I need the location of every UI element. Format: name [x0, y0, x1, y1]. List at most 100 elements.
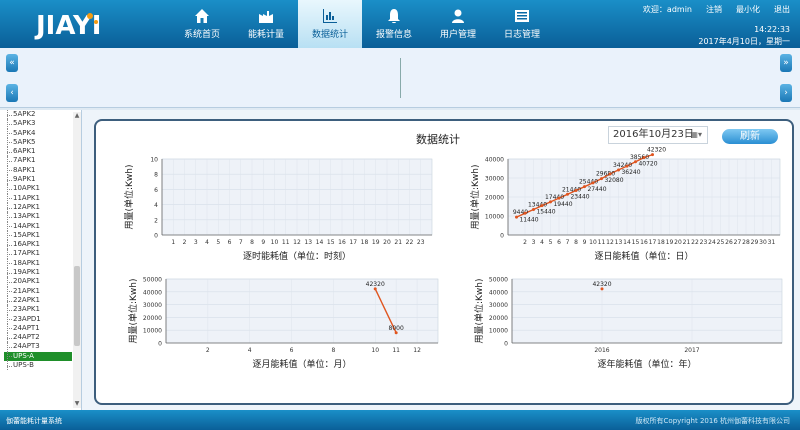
nav-energy-metering[interactable]: 能耗计量 [234, 0, 298, 48]
device-tree-item[interactable]: 24APT3 [4, 342, 72, 353]
x-tick-label: 4 [248, 347, 252, 354]
x-tick-label: 14 [316, 239, 324, 246]
collapse-right-button[interactable]: » [780, 54, 792, 72]
scroll-right-button[interactable]: › [780, 84, 792, 102]
app-footer: 伽蕾能耗计量系统 版权所有Copyright 2016 杭州伽蕾科技有限公司 [0, 410, 800, 430]
nav-alarm-info[interactable]: 报警信息 [362, 0, 426, 48]
x-tick-label: 13 [615, 239, 623, 246]
date-picker-input[interactable]: 2016年10月23日 ▦▾ [608, 126, 708, 144]
alarm-bell-icon [388, 9, 400, 24]
x-tick-label: 3 [532, 239, 536, 246]
device-tree-item[interactable]: 8APK1 [4, 165, 72, 176]
y-tick-label: 10000 [489, 328, 508, 335]
app-logo: JIAYI [34, 8, 134, 42]
footer-system-name: 伽蕾能耗计量系统 [6, 417, 62, 425]
device-tree-item[interactable]: 21APK1 [4, 286, 72, 297]
statistics-panel: 数据统计 2016年10月23日 ▦▾ 刷新 0 2 4 6 8 10 1 2 3 4 5 6 7 8 9 1… [94, 119, 794, 405]
date-picker-value: 2016年10月23日 [613, 129, 694, 140]
scroll-up-arrow-icon[interactable]: ▲ [73, 112, 81, 120]
main-nav: 系统首页 能耗计量 数据统计 报警信息 用户管理 日志管理 [170, 0, 554, 48]
clock-date: 2017年4月10日，星期一 [698, 37, 790, 46]
nav-data-statistics-label: 数据统计 [311, 30, 348, 40]
device-tree-item[interactable]: 10APK1 [4, 184, 72, 194]
bar-chart-icon [323, 9, 337, 23]
x-tick-label: 9 [583, 239, 587, 246]
nav-data-statistics[interactable]: 数据统计 [298, 0, 362, 48]
device-tree-item[interactable]: 7APK1 [4, 156, 72, 167]
data-point [574, 188, 578, 192]
y-tick-label: 2 [154, 217, 158, 224]
device-tree-item[interactable]: 16APK1 [4, 240, 72, 250]
x-tick-label: 2 [206, 347, 210, 354]
y-tick-label: 4 [154, 202, 158, 209]
device-tree-item[interactable]: 17APK1 [4, 249, 72, 260]
scrollbar-thumb[interactable] [74, 266, 80, 346]
double-chevron-left-icon: « [9, 58, 15, 68]
device-tree-item[interactable]: 5APK4 [4, 128, 72, 139]
top-toolbar-strip: « ‹ » › [0, 48, 800, 108]
device-tree-item[interactable]: 14APK1 [4, 221, 72, 232]
x-tick-label: 8 [331, 347, 335, 354]
monthly-energy-chart: 0 10000 20000 30000 40000 50000 2 4 6 8 10 11 12 4232… [127, 277, 439, 370]
x-axis-title: 逐月能耗值（单位：月） [252, 358, 351, 370]
nav-energy-metering-label: 能耗计量 [247, 30, 284, 40]
y-axis-title: 用量(单位:Kwh) [469, 164, 481, 229]
device-tree-item[interactable]: 5APK2 [4, 110, 72, 120]
device-tree-item[interactable]: 19APK1 [4, 268, 72, 278]
y-tick-label: 0 [158, 341, 162, 348]
y-axis-title: 用量(单位:Kwh) [473, 278, 485, 343]
device-tree-item[interactable]: 5APK3 [4, 119, 72, 129]
daily-energy-chart: 0100002000030000400002 3 4 5 6 7 8 9 10 11 12 13 14 1… [469, 147, 781, 262]
scroll-left-button[interactable]: ‹ [6, 84, 18, 102]
device-tree-item[interactable]: 18APK1 [4, 258, 72, 269]
x-tick-label: 26 [725, 239, 733, 246]
nav-log-management[interactable]: 日志管理 [490, 0, 554, 48]
device-tree-item[interactable]: 15APK1 [4, 230, 72, 241]
calendar-dropdown-icon[interactable]: ▦▾ [690, 127, 702, 143]
data-point [557, 196, 561, 200]
x-tick-label: 25 [717, 239, 725, 246]
data-label: 19440 [553, 201, 572, 208]
device-tree-item[interactable]: 11APK1 [4, 193, 72, 204]
device-tree-item[interactable]: UPS-B [4, 361, 72, 371]
logout-link[interactable]: 注销 [706, 4, 722, 15]
collapse-left-button[interactable]: « [6, 54, 18, 72]
device-tree-item[interactable]: 24APT2 [4, 333, 72, 343]
x-tick-label: 23 [417, 239, 425, 246]
device-tree-item[interactable]: 24APT1 [4, 323, 72, 334]
x-tick-label: 19 [666, 239, 674, 246]
minimize-link[interactable]: 最小化 [736, 4, 760, 15]
device-tree-item[interactable]: 13APK1 [4, 212, 72, 222]
device-tree-item[interactable]: 12APK1 [4, 202, 72, 213]
device-tree-item[interactable]: 23APD1 [4, 314, 72, 325]
scroll-down-arrow-icon[interactable]: ▼ [73, 400, 81, 408]
device-tree-item[interactable]: 22APK1 [4, 295, 72, 306]
exit-link[interactable]: 退出 [774, 4, 790, 15]
data-label: 17440 [545, 194, 564, 201]
nav-home[interactable]: 系统首页 [170, 0, 234, 48]
main-content: 数据统计 2016年10月23日 ▦▾ 刷新 0 2 4 6 8 10 1 2 3 4 5 6 7 8 9 1… [82, 110, 800, 410]
device-tree-item[interactable]: 20APK1 [4, 277, 72, 287]
device-tree: 5APK2 5APK3 5APK4 5APK5 6APK1 7APK1 8APK1 9APK1… [4, 110, 72, 371]
y-tick-label: 0 [504, 341, 508, 348]
x-tick-label: 23 [700, 239, 708, 246]
x-tick-label: 2017 [684, 347, 699, 354]
x-tick-label: 12 [606, 239, 614, 246]
chevron-left-icon: ‹ [10, 88, 14, 98]
nav-user-management[interactable]: 用户管理 [426, 0, 490, 48]
x-tick-label: 20 [674, 239, 682, 246]
x-tick-label: 6 [228, 239, 232, 246]
x-tick-label: 30 [759, 239, 767, 246]
device-tree-item[interactable]: UPS-A [4, 351, 72, 362]
device-tree-item[interactable]: 5APK5 [4, 137, 72, 148]
device-tree-item[interactable]: 6APK1 [4, 147, 72, 157]
device-tree-item[interactable]: 23APK1 [4, 305, 72, 315]
data-label: 34240 [613, 162, 632, 169]
refresh-button[interactable]: 刷新 [722, 129, 778, 144]
y-tick-label: 40000 [485, 157, 504, 164]
sidebar-scrollbar[interactable]: ▲ ▼ [73, 112, 81, 408]
x-tick-label: 2 [183, 239, 187, 246]
double-chevron-right-icon: » [783, 58, 789, 68]
device-tree-item[interactable]: 9APK1 [4, 175, 72, 185]
x-tick-label: 19 [372, 239, 380, 246]
